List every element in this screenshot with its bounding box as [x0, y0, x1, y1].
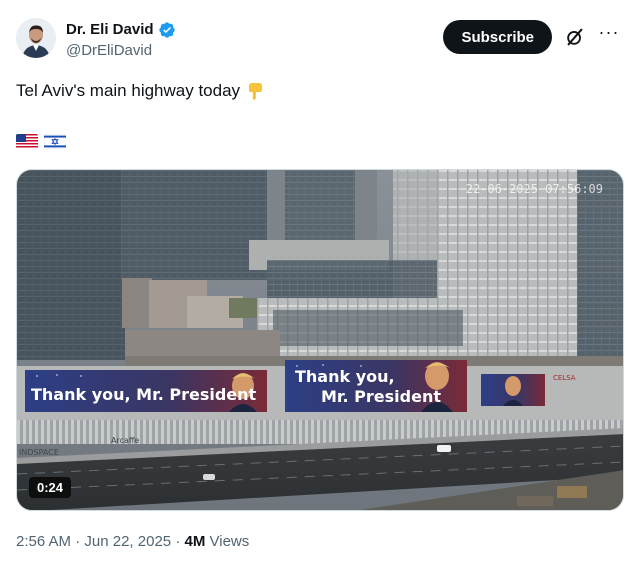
views-label: Views: [209, 533, 250, 550]
meta-separator: ·: [75, 533, 85, 550]
tweet-header: Dr. Eli David @DrEliDavid Subscribe ···: [16, 16, 624, 68]
subscribe-button[interactable]: Subscribe: [443, 20, 552, 54]
views-count: 4M: [184, 533, 206, 550]
grok-icon[interactable]: [564, 26, 586, 48]
tweet-date[interactable]: Jun 22, 2025: [84, 533, 171, 550]
billboard-1-text: Thank you, Mr. President: [31, 385, 257, 404]
avatar[interactable]: [16, 18, 56, 58]
sign-left: INDSPACE: [19, 448, 59, 457]
tweet-meta: 2:56 AM · Jun 22, 2025 · 4M Views: [16, 533, 249, 550]
video-player[interactable]: Thank you, Mr. President Thank you, Mr. …: [16, 169, 624, 511]
pointing-down-emoji: [249, 83, 263, 100]
tweet-time[interactable]: 2:56 AM: [16, 533, 71, 550]
sign-mid: Arcaffe: [111, 436, 139, 445]
us-flag-icon: [16, 134, 38, 149]
display-name-text[interactable]: Dr. Eli David: [66, 20, 154, 40]
author-handle[interactable]: @DrEliDavid: [66, 41, 176, 61]
tweet-text: Tel Aviv's main highway today: [16, 80, 266, 102]
flag-emojis: [16, 134, 66, 149]
video-duration-badge: 0:24: [29, 477, 72, 498]
sign-right: CELSA: [553, 374, 576, 382]
more-icon[interactable]: ···: [596, 22, 622, 48]
verified-badge-icon: [158, 22, 175, 38]
camera-timestamp: 22-06-2025 07:56:09: [465, 182, 603, 196]
display-name[interactable]: Dr. Eli David: [66, 20, 176, 40]
author-block[interactable]: Dr. Eli David @DrEliDavid: [66, 20, 176, 61]
billboard-2-line1: Thank you,: [295, 367, 395, 386]
billboard-2-line2: Mr. President: [321, 387, 441, 406]
israel-flag-icon: [44, 134, 66, 149]
video-frame: Thank you, Mr. President Thank you, Mr. …: [17, 170, 623, 510]
tweet-body: Tel Aviv's main highway today: [16, 81, 241, 100]
